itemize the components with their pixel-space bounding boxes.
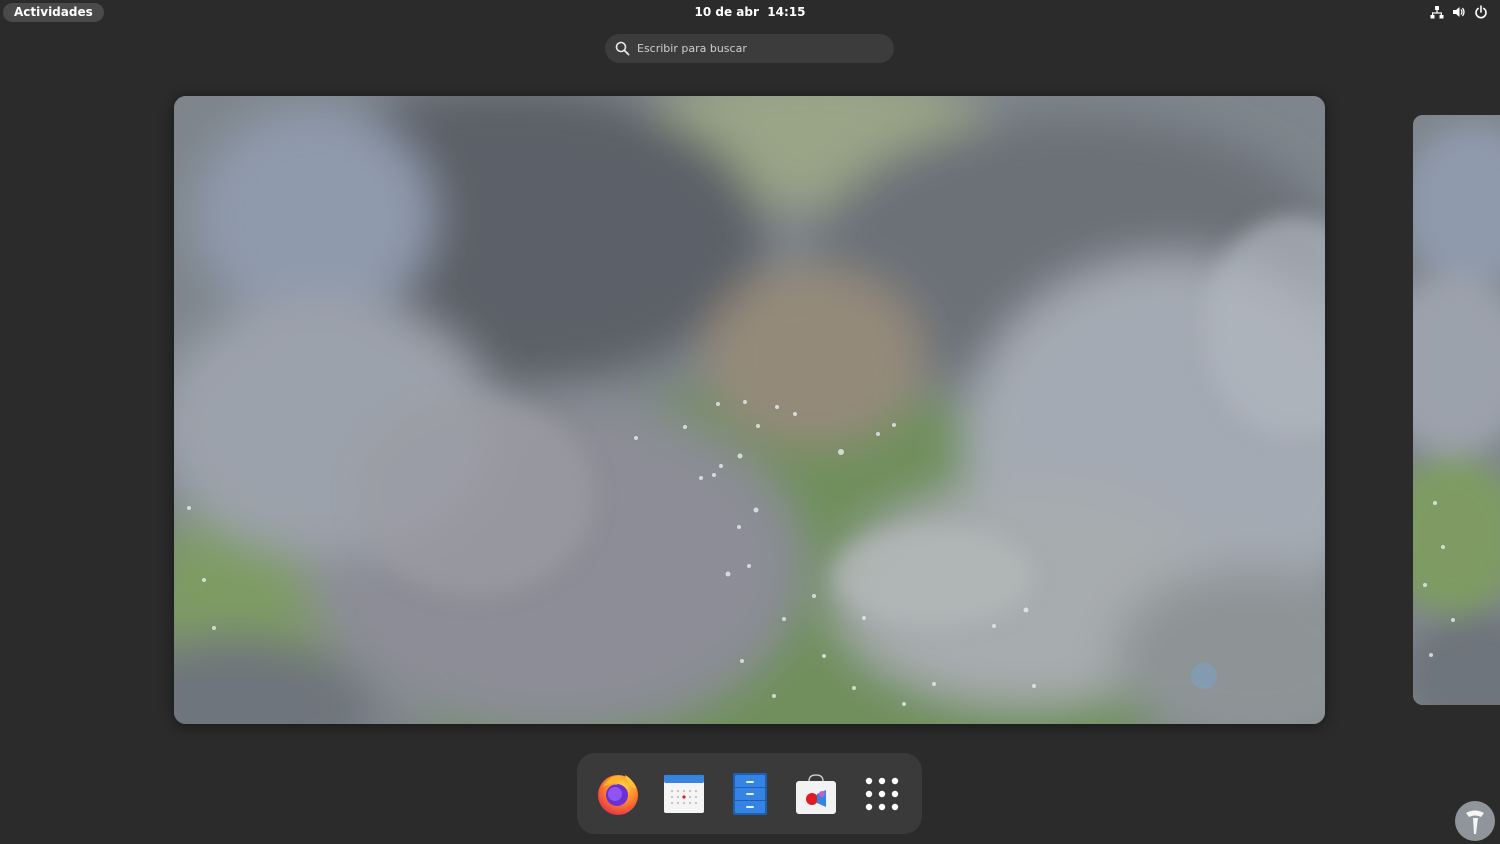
firefox-launcher[interactable] bbox=[595, 771, 641, 817]
search-icon bbox=[615, 41, 630, 56]
volume-icon[interactable] bbox=[1452, 5, 1466, 19]
calendar-icon bbox=[664, 775, 704, 813]
workspace-thumbnail-current[interactable] bbox=[174, 96, 1325, 724]
wallpaper-next bbox=[1413, 115, 1500, 705]
power-icon[interactable] bbox=[1474, 5, 1488, 19]
watermark-logo bbox=[1190, 662, 1218, 690]
watermark-icon bbox=[1191, 663, 1217, 689]
dash bbox=[577, 753, 922, 834]
software-launcher[interactable] bbox=[793, 771, 839, 817]
clock: 10 de abr 14:15 bbox=[0, 0, 1500, 24]
firefox-icon bbox=[598, 775, 638, 815]
files-icon bbox=[733, 773, 767, 815]
search-bar[interactable] bbox=[605, 34, 894, 63]
network-icon[interactable] bbox=[1430, 5, 1444, 19]
clock-time: 14:15 bbox=[767, 5, 806, 19]
software-icon bbox=[796, 773, 836, 814]
top-bar: Actividades 10 de abr 14:15 bbox=[0, 0, 1500, 24]
clock-button[interactable]: 10 de abr 14:15 bbox=[695, 5, 806, 19]
search-input[interactable] bbox=[635, 34, 887, 63]
system-tray[interactable] bbox=[1430, 5, 1488, 19]
corner-logo-icon bbox=[1455, 801, 1495, 841]
wallpaper bbox=[174, 96, 1325, 724]
app-grid-button[interactable] bbox=[859, 771, 905, 817]
app-grid-icon bbox=[865, 777, 899, 811]
activities-button[interactable]: Actividades bbox=[3, 3, 104, 22]
workspace-thumbnail-next[interactable] bbox=[1413, 115, 1500, 705]
files-launcher[interactable] bbox=[727, 771, 773, 817]
clock-date: 10 de abr bbox=[694, 5, 759, 19]
calendar-launcher[interactable] bbox=[661, 771, 707, 817]
